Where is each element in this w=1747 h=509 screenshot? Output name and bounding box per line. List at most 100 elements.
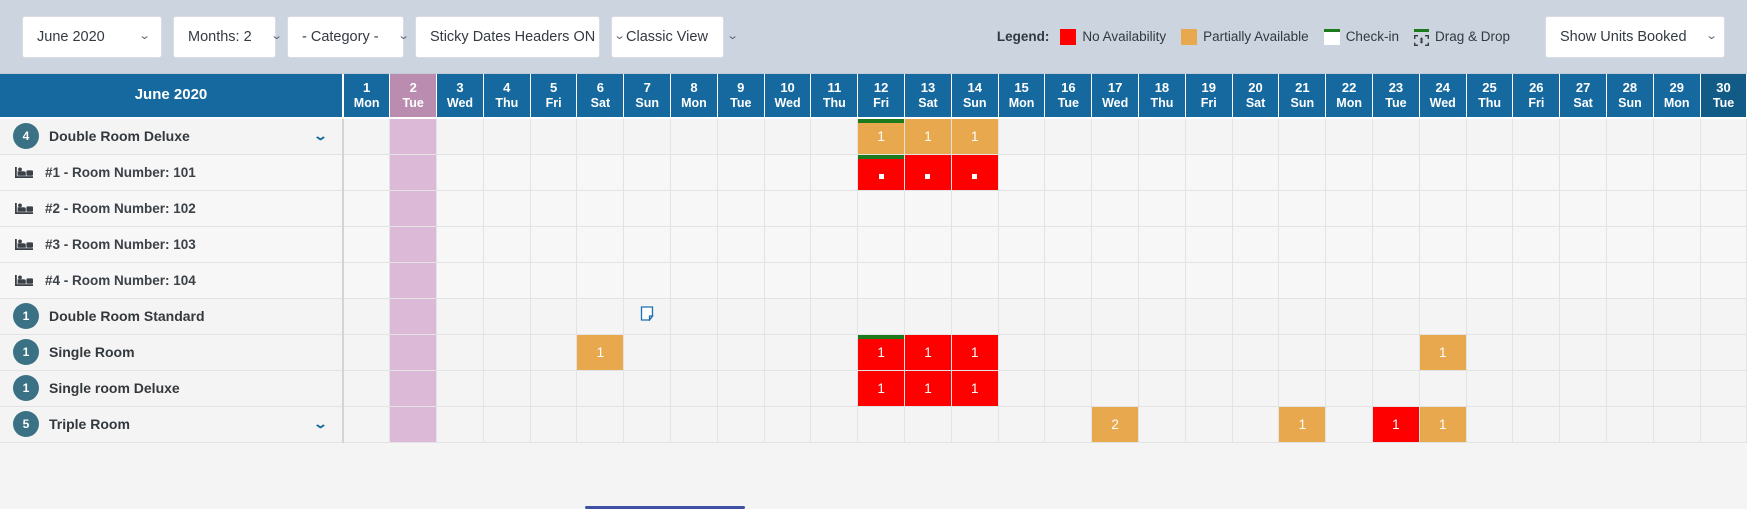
calendar-cell[interactable]	[1185, 262, 1233, 299]
calendar-cell[interactable]	[436, 370, 484, 407]
calendar-cell[interactable]	[857, 262, 906, 299]
calendar-cell[interactable]	[1606, 370, 1654, 407]
calendar-cell[interactable]: 1	[1278, 406, 1327, 443]
calendar-cell[interactable]	[1325, 406, 1374, 443]
calendar-cell[interactable]	[1512, 118, 1561, 155]
availability-chip[interactable]: 1	[951, 334, 998, 370]
calendar-cell[interactable]	[389, 154, 438, 191]
calendar-cell[interactable]	[764, 154, 812, 191]
calendar-cell[interactable]	[717, 370, 765, 407]
calendar-cell[interactable]	[810, 226, 859, 263]
calendar-cell[interactable]	[1700, 190, 1747, 227]
calendar-cell[interactable]	[717, 118, 765, 155]
calendar-cell[interactable]	[717, 298, 765, 335]
calendar-cell[interactable]	[998, 118, 1046, 155]
calendar-cell[interactable]	[1606, 154, 1654, 191]
calendar-cell[interactable]	[1138, 118, 1186, 155]
calendar-cell[interactable]	[1138, 370, 1186, 407]
calendar-day-header-4[interactable]: 4 Thu	[483, 74, 531, 119]
calendar-cell[interactable]	[1044, 334, 1093, 371]
availability-chip[interactable]: 1	[905, 370, 951, 406]
calendar-cell[interactable]	[483, 118, 531, 155]
calendar-cell[interactable]	[1091, 370, 1140, 407]
calendar-cell[interactable]	[1372, 190, 1420, 227]
calendar-cell[interactable]	[1232, 334, 1280, 371]
calendar-cell[interactable]	[951, 262, 999, 299]
calendar-cell[interactable]	[1419, 190, 1467, 227]
calendar-cell[interactable]	[1138, 334, 1186, 371]
calendar-cell[interactable]	[1044, 262, 1093, 299]
calendar-cell[interactable]	[530, 370, 578, 407]
calendar-cell[interactable]	[764, 334, 812, 371]
availability-chip[interactable]: 1	[905, 334, 951, 370]
calendar-day-header-24[interactable]: 24 Wed	[1419, 74, 1467, 119]
calendar-cell[interactable]	[1091, 262, 1140, 299]
calendar-cell[interactable]	[1466, 154, 1514, 191]
calendar-cell[interactable]	[1325, 298, 1374, 335]
calendar-cell[interactable]	[530, 154, 578, 191]
calendar-cell[interactable]	[670, 118, 718, 155]
calendar-cell[interactable]	[951, 154, 999, 191]
availability-chip[interactable]	[905, 154, 951, 190]
calendar-cell[interactable]	[810, 298, 859, 335]
calendar-cell[interactable]	[998, 154, 1046, 191]
calendar-day-header-1[interactable]: 1 Mon	[343, 74, 391, 119]
calendar-cell[interactable]	[904, 406, 952, 443]
expand-collapse-chevron-icon[interactable]: ⌄	[313, 416, 328, 432]
calendar-cell[interactable]	[623, 118, 672, 155]
calendar-cell[interactable]	[623, 262, 672, 299]
calendar-cell[interactable]: 1	[1419, 406, 1467, 443]
calendar-cell[interactable]	[1419, 262, 1467, 299]
calendar-cell[interactable]	[904, 154, 952, 191]
calendar-cell[interactable]	[951, 298, 999, 335]
calendar-cell[interactable]	[1419, 226, 1467, 263]
calendar-cell[interactable]	[1419, 118, 1467, 155]
calendar-cell[interactable]	[389, 370, 438, 407]
calendar-cell[interactable]	[1466, 190, 1514, 227]
calendar-cell[interactable]	[998, 298, 1046, 335]
calendar-cell[interactable]	[436, 154, 484, 191]
calendar-cell[interactable]	[576, 154, 625, 191]
calendar-cell[interactable]	[998, 406, 1046, 443]
month-select[interactable]: June 2020 ⌄	[22, 15, 162, 58]
calendar-cell[interactable]	[1606, 226, 1654, 263]
calendar-cell[interactable]	[343, 334, 391, 371]
calendar-cell[interactable]	[951, 190, 999, 227]
calendar-day-header-27[interactable]: 27 Sat	[1559, 74, 1608, 119]
calendar-day-header-23[interactable]: 23 Tue	[1372, 74, 1420, 119]
calendar-day-header-30[interactable]: 30 Tue	[1700, 74, 1747, 119]
calendar-cell[interactable]	[1559, 262, 1608, 299]
calendar-day-header-18[interactable]: 18 Thu	[1138, 74, 1186, 119]
calendar-cell[interactable]	[1372, 154, 1420, 191]
calendar-cell[interactable]	[717, 334, 765, 371]
calendar-cell[interactable]	[1232, 190, 1280, 227]
calendar-cell[interactable]	[1559, 190, 1608, 227]
calendar-cell[interactable]: 2	[1091, 406, 1140, 443]
calendar-cell[interactable]	[1325, 190, 1374, 227]
calendar-cell[interactable]	[483, 190, 531, 227]
calendar-cell[interactable]	[1512, 406, 1561, 443]
calendar-cell[interactable]	[1372, 118, 1420, 155]
calendar-cell[interactable]	[1512, 262, 1561, 299]
calendar-cell[interactable]	[530, 334, 578, 371]
calendar-cell[interactable]	[1653, 154, 1701, 191]
calendar-cell[interactable]	[717, 154, 765, 191]
calendar-cell[interactable]	[1325, 334, 1374, 371]
calendar-cell[interactable]	[998, 334, 1046, 371]
room-label-cell[interactable]: 1 Double Room Standard	[0, 298, 344, 335]
calendar-cell[interactable]	[1559, 118, 1608, 155]
calendar-cell[interactable]	[717, 226, 765, 263]
calendar-cell[interactable]	[343, 262, 391, 299]
calendar-cell[interactable]	[576, 406, 625, 443]
calendar-cell[interactable]	[1466, 334, 1514, 371]
calendar-cell[interactable]	[1700, 154, 1747, 191]
calendar-day-header-9[interactable]: 9 Tue	[717, 74, 765, 119]
calendar-cell[interactable]	[1232, 118, 1280, 155]
calendar-cell[interactable]	[343, 298, 391, 335]
calendar-cell[interactable]	[764, 406, 812, 443]
calendar-cell[interactable]: 1	[951, 334, 999, 371]
calendar-cell[interactable]	[483, 262, 531, 299]
calendar-cell[interactable]	[1419, 370, 1467, 407]
calendar-cell[interactable]	[1232, 370, 1280, 407]
calendar-day-header-13[interactable]: 13 Sat	[904, 74, 952, 119]
